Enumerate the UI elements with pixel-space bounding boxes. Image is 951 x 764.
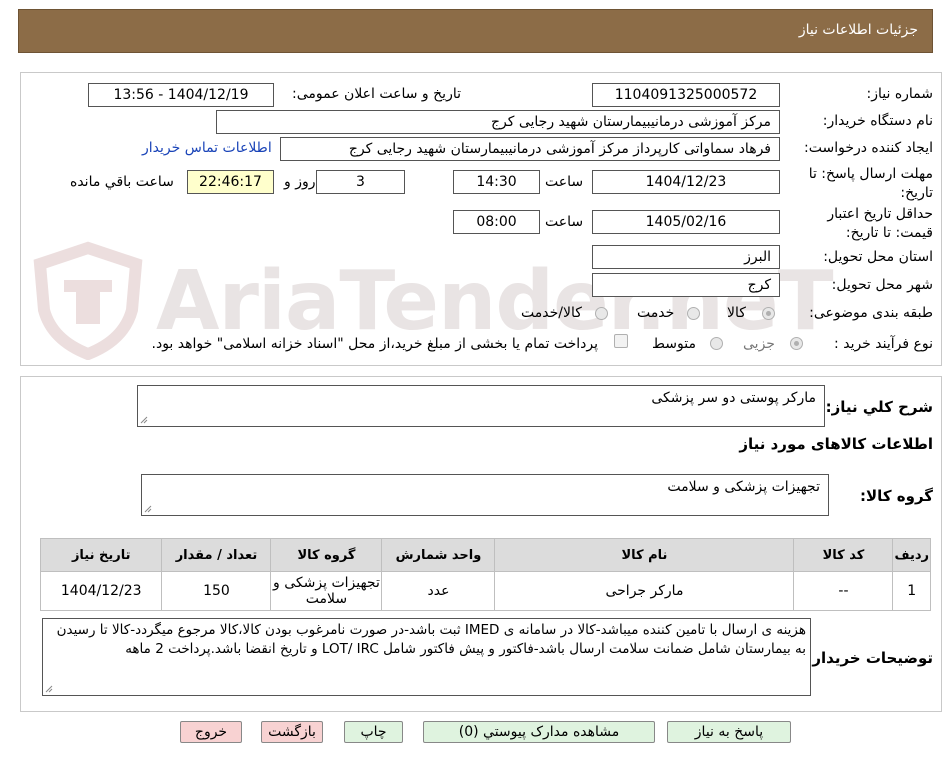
province-field: البرز [592, 245, 780, 269]
col-group: گروه کالا [270, 538, 383, 572]
creator-label: ایجاد کننده درخواست: [804, 140, 933, 156]
col-date: تاریخ نیاز [39, 538, 163, 572]
exit-button[interactable]: خروج [180, 721, 242, 743]
deadline-time-label: ساعت [545, 174, 584, 190]
days-label: روز و [284, 174, 316, 190]
summary-label: شرح کلي نياز: [825, 398, 933, 416]
announce-label: تاریخ و ساعت اعلان عمومی: [292, 86, 461, 102]
category-label: طبقه بندی موضوعی: [809, 305, 933, 321]
col-name: نام کالا [494, 538, 795, 572]
cell-row: 1 [892, 571, 931, 611]
category-option-goods-service: کالا/خدمت [521, 305, 582, 321]
cell-code: -- [793, 571, 894, 611]
col-code: کد کالا [793, 538, 894, 572]
remaining-time-field: 22:46:17 [187, 170, 274, 194]
col-unit: واحد شمارش [381, 538, 496, 572]
process-radio-partial[interactable] [790, 337, 803, 350]
province-label: استان محل تحویل: [823, 249, 933, 265]
cell-qty: 150 [161, 571, 272, 611]
cell-group: تجهیزات پزشکی و سلامت [270, 571, 383, 611]
category-option-service: خدمت [637, 305, 675, 321]
process-option-partial: جزیی [743, 336, 775, 352]
items-table: رديف کد کالا نام کالا واحد شمارش گروه کا… [39, 538, 931, 611]
page-header: جزئیات اطلاعات نیاز [18, 9, 933, 53]
col-qty: تعداد / مقدار [161, 538, 272, 572]
city-label: شهر محل تحویل: [831, 277, 933, 293]
table-row: 1 -- مارکر جراحی عدد تجهیزات پزشکی و سلا… [39, 571, 931, 611]
process-radio-medium[interactable] [710, 337, 723, 350]
buyer-notes-field: هزینه ی ارسال با تامین کننده میباشد-کالا… [42, 618, 811, 696]
print-button[interactable]: چاپ [344, 721, 403, 743]
summary-field: مارکر پوستی دو سر پزشکی [137, 385, 825, 427]
creator-field: فرهاد سماواتی کارپرداز مرکز آموزشی درمان… [280, 137, 780, 161]
remaining-label: ساعت باقي مانده [70, 174, 174, 190]
process-option-medium: متوسط [652, 336, 696, 352]
summary-text: مارکر پوستی دو سر پزشکی [651, 390, 816, 406]
goods-group-text: تجهیزات پزشکی و سلامت [667, 479, 820, 495]
reply-button[interactable]: پاسخ به نیاز [667, 721, 791, 743]
need-number-label: شماره نیاز: [866, 86, 934, 102]
resize-grip-icon[interactable] [144, 505, 152, 513]
back-button[interactable]: بازگشت [261, 721, 323, 743]
validity-time-field: 08:00 [453, 210, 540, 234]
buyer-field: مرکز آموزشی درمانیبیمارستان شهید رجایی ک… [216, 110, 780, 134]
deadline-time-field: 14:30 [453, 170, 540, 194]
category-option-goods: کالا [727, 305, 746, 321]
city-field: کرج [592, 273, 780, 297]
announce-field: 1404/12/19 - 13:56 [88, 83, 274, 107]
need-number-field: 1104091325000572 [592, 83, 780, 107]
table-header-row: رديف کد کالا نام کالا واحد شمارش گروه کا… [39, 538, 931, 572]
treasury-checkbox[interactable] [614, 334, 628, 348]
validity-date-field: 1405/02/16 [592, 210, 780, 234]
goods-group-label: گروه کالا: [860, 487, 933, 505]
buyer-notes-text: هزینه ی ارسال با تامین کننده میباشد-کالا… [56, 622, 806, 657]
category-radio-service[interactable] [687, 307, 700, 320]
deadline-label: مهلت ارسال پاسخ: تا تاریخ: [808, 166, 933, 201]
buyer-label: نام دستگاه خریدار: [822, 113, 933, 129]
buyer-contact-link[interactable]: اطلاعات تماس خریدار [142, 140, 272, 156]
buyer-notes-label: توضیحات خریدار: [806, 649, 933, 667]
shield-logo-icon [33, 241, 143, 360]
payment-note: پرداخت تمام یا بخشی از مبلغ خرید،از محل … [151, 336, 598, 352]
process-label: نوع فرآیند خرید : [834, 336, 933, 352]
cell-name: مارکر جراحی [494, 571, 795, 611]
resize-grip-icon[interactable] [45, 685, 53, 693]
page-title: جزئیات اطلاعات نیاز [798, 22, 918, 38]
category-radio-goods-service[interactable] [595, 307, 608, 320]
goods-info-title: اطلاعات کالاهای مورد نیاز [739, 435, 933, 453]
goods-group-field: تجهیزات پزشکی و سلامت [141, 474, 829, 516]
validity-time-label: ساعت [545, 214, 584, 230]
category-radio-goods[interactable] [762, 307, 775, 320]
cell-date: 1404/12/23 [39, 571, 163, 611]
view-documents-button[interactable]: مشاهده مدارک پیوستي (0) [423, 721, 655, 743]
resize-grip-icon[interactable] [140, 416, 148, 424]
col-row: رديف [892, 538, 931, 572]
validity-label: حداقل تاریخ اعتبار قیمت: تا تاریخ: [827, 206, 933, 241]
days-field: 3 [316, 170, 405, 194]
cell-unit: عدد [381, 571, 496, 611]
deadline-date-field: 1404/12/23 [592, 170, 780, 194]
